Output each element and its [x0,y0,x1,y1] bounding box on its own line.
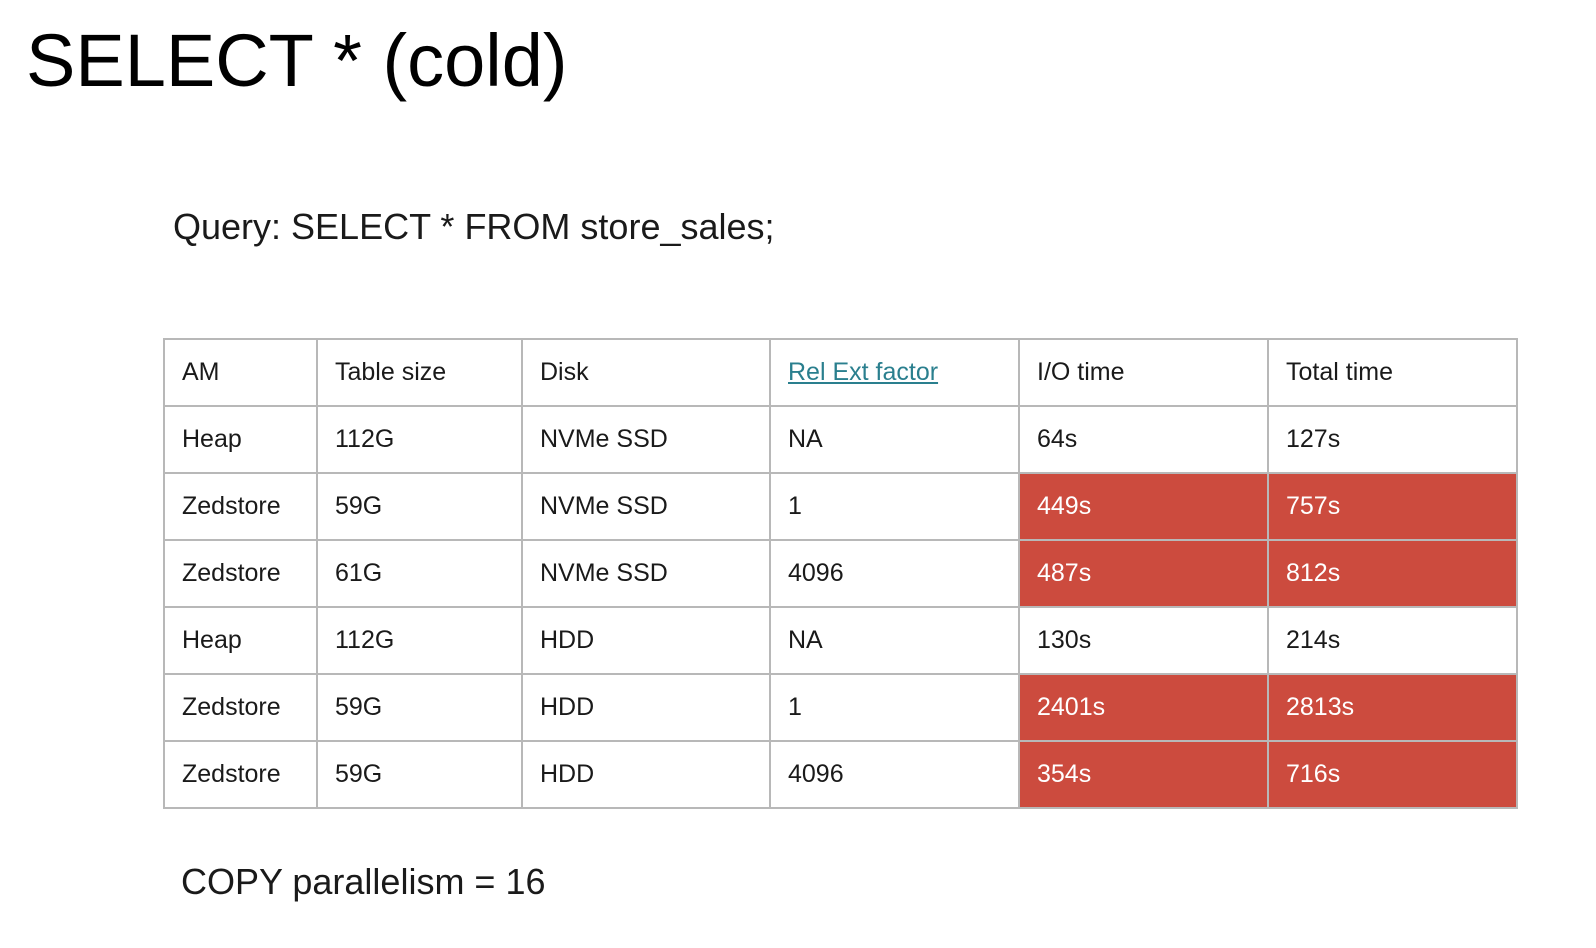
cell-disk: NVMe SSD [521,405,771,474]
cell-rel-ext-factor: 4096 [769,740,1020,809]
cell-table-size: 112G [316,405,523,474]
cell-disk: NVMe SSD [521,472,771,541]
cell-am: Zedstore [163,673,318,742]
rel-ext-factor-link[interactable]: Rel Ext factor [788,358,938,386]
slide-title: SELECT * (cold) [26,19,568,102]
results-table: AM Table size Disk Rel Ext factor I/O ti… [163,338,1518,809]
cell-am: Heap [163,606,318,675]
cell-table-size: 59G [316,673,523,742]
copy-parallelism-note: COPY parallelism = 16 [181,861,546,902]
header-am: AM [163,338,318,407]
header-total-time: Total time [1267,338,1518,407]
header-rel-ext-factor: Rel Ext factor [769,338,1020,407]
table-row: Zedstore 59G NVMe SSD 1 449s 757s [163,472,1518,541]
cell-disk: HDD [521,673,771,742]
cell-am: Zedstore [163,740,318,809]
header-io-time: I/O time [1018,338,1269,407]
cell-rel-ext-factor: 4096 [769,539,1020,608]
cell-table-size: 59G [316,740,523,809]
header-table-size: Table size [316,338,523,407]
cell-io-time: 2401s [1018,673,1269,742]
cell-rel-ext-factor: NA [769,606,1020,675]
table-body: Heap 112G NVMe SSD NA 64s 127s Zedstore 59G NVMe… [163,405,1518,809]
cell-disk: NVMe SSD [521,539,771,608]
cell-rel-ext-factor: 1 [769,673,1020,742]
cell-io-time: 64s [1018,405,1269,474]
cell-am: Heap [163,405,318,474]
cell-rel-ext-factor: 1 [769,472,1020,541]
cell-total-time: 757s [1267,472,1518,541]
table-row: Heap 112G NVMe SSD NA 64s 127s [163,405,1518,474]
cell-io-time: 487s [1018,539,1269,608]
cell-total-time: 214s [1267,606,1518,675]
cell-am: Zedstore [163,539,318,608]
cell-total-time: 716s [1267,740,1518,809]
header-disk: Disk [521,338,771,407]
cell-rel-ext-factor: NA [769,405,1020,474]
cell-io-time: 354s [1018,740,1269,809]
cell-disk: HDD [521,740,771,809]
cell-io-time: 449s [1018,472,1269,541]
cell-total-time: 127s [1267,405,1518,474]
table-row: Zedstore 59G HDD 1 2401s 2813s [163,673,1518,742]
cell-total-time: 2813s [1267,673,1518,742]
table-header-row: AM Table size Disk Rel Ext factor I/O ti… [163,338,1518,407]
cell-disk: HDD [521,606,771,675]
cell-total-time: 812s [1267,539,1518,608]
table-row: Zedstore 61G NVMe SSD 4096 487s 812s [163,539,1518,608]
cell-table-size: 112G [316,606,523,675]
cell-table-size: 61G [316,539,523,608]
cell-am: Zedstore [163,472,318,541]
cell-io-time: 130s [1018,606,1269,675]
table-row: Zedstore 59G HDD 4096 354s 716s [163,740,1518,809]
table-row: Heap 112G HDD NA 130s 214s [163,606,1518,675]
query-text: Query: SELECT * FROM store_sales; [173,206,775,247]
cell-table-size: 59G [316,472,523,541]
